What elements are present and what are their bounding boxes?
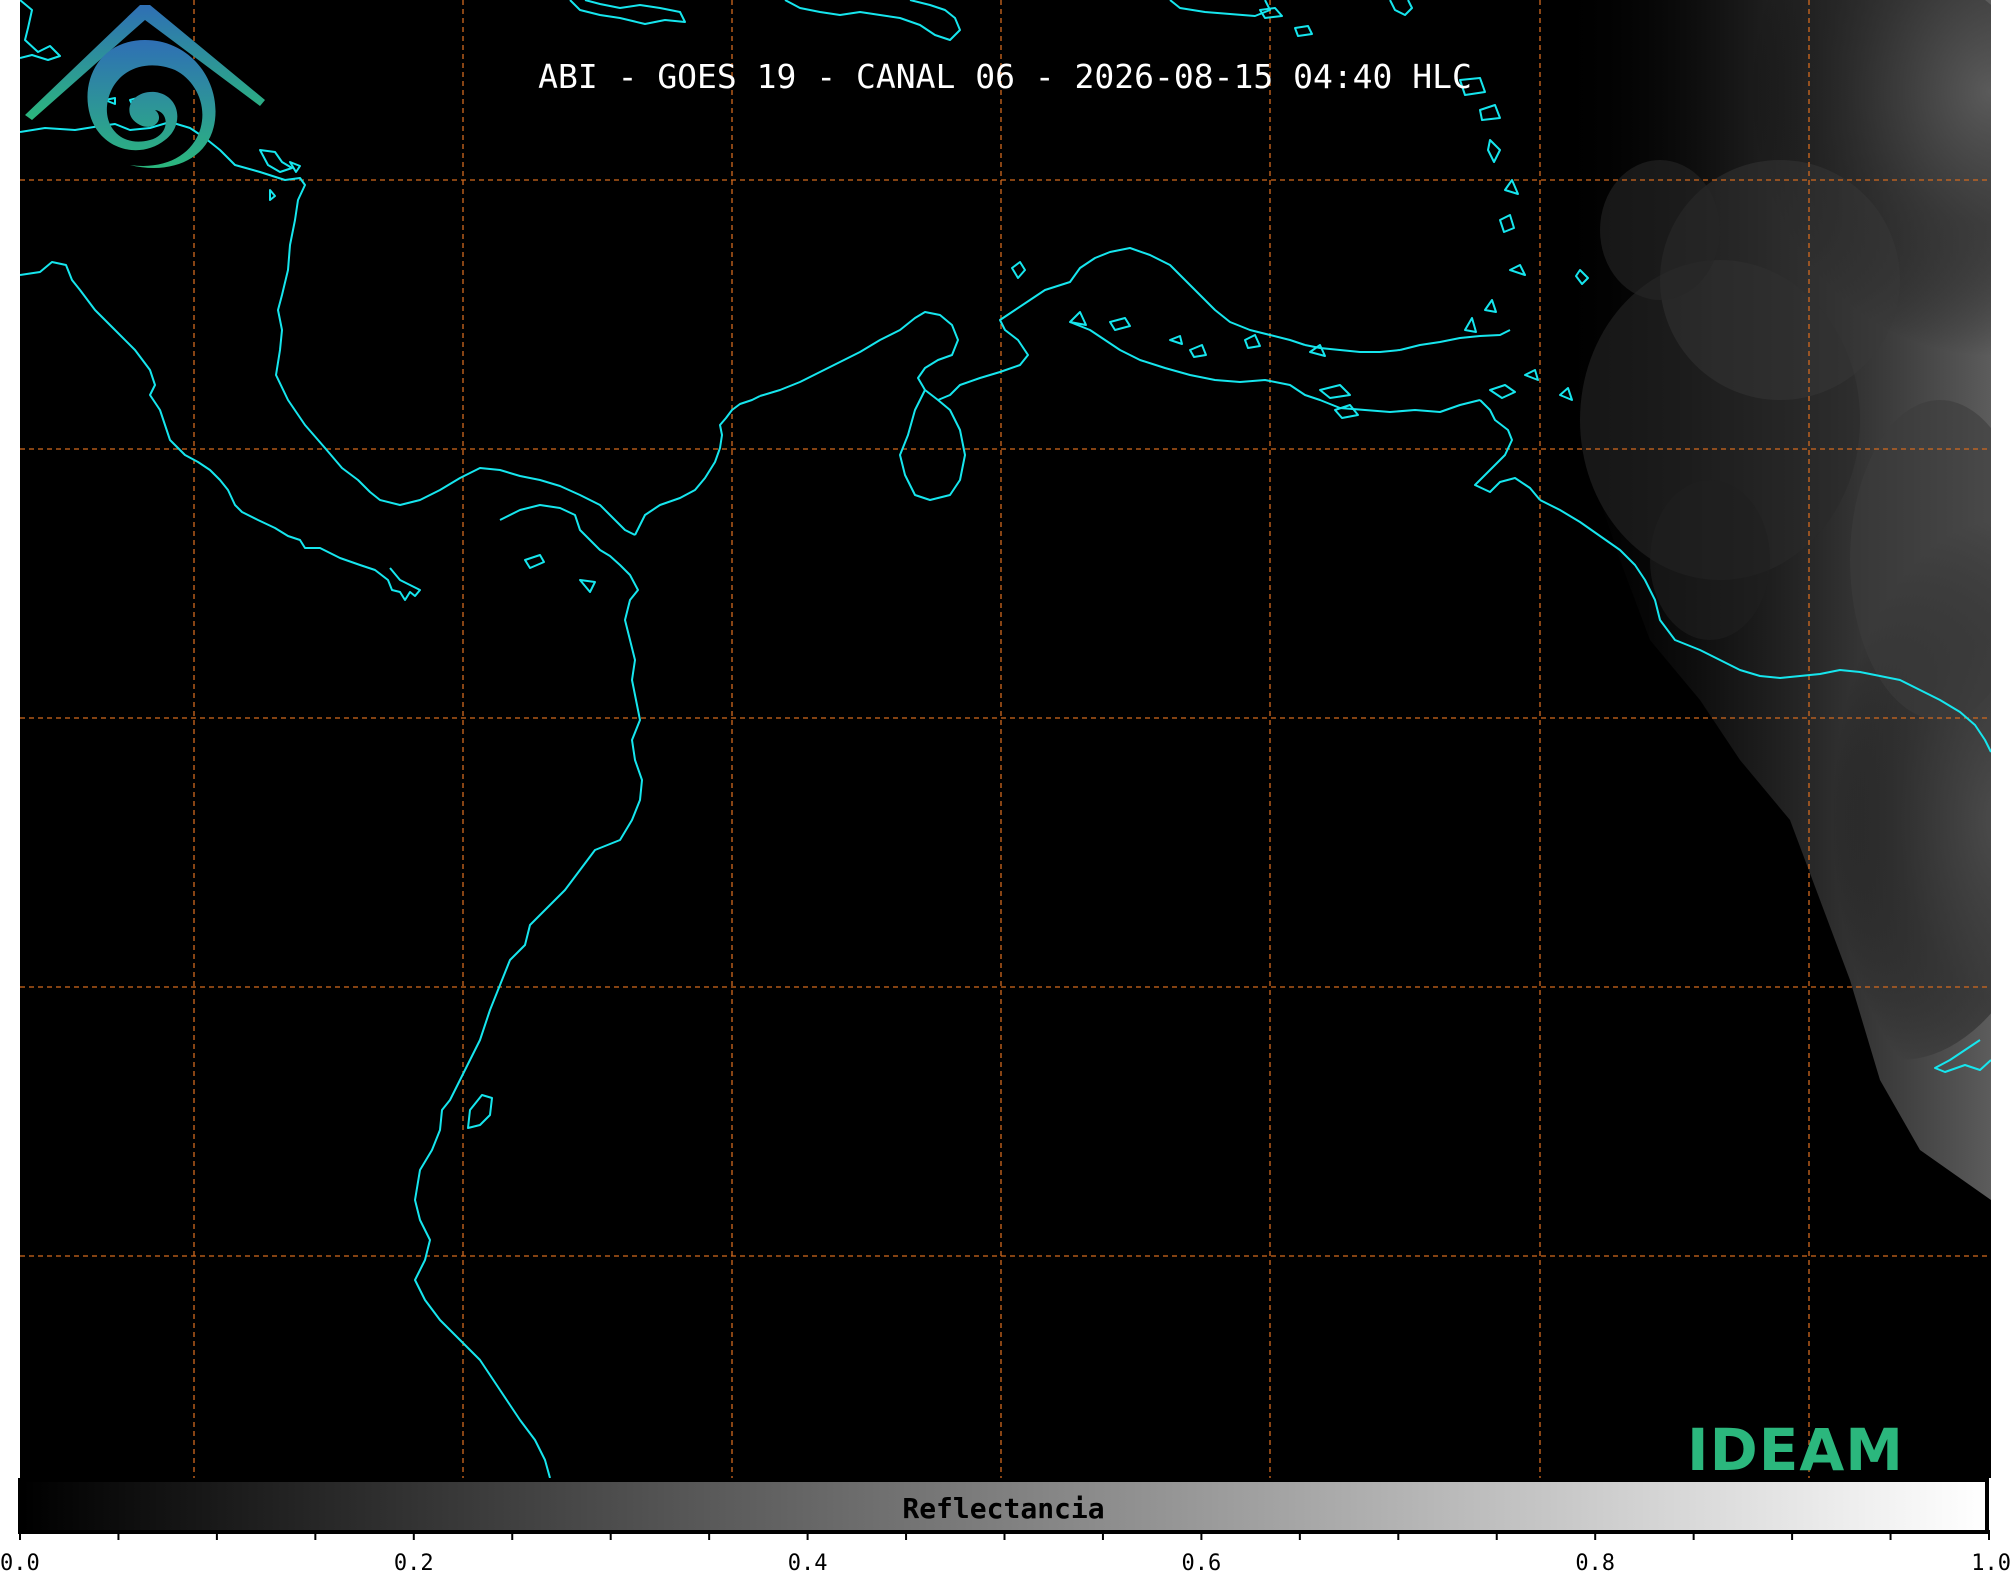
- colorbar-tick-label: 0.2: [394, 1551, 434, 1576]
- satellite-map: ABI - GOES 19 - CANAL 06 - 2026-08-15 04…: [20, 0, 1991, 1478]
- colorbar-tick-label: 0.6: [1182, 1551, 1222, 1576]
- colorbar-tick-label: 0.4: [788, 1551, 828, 1576]
- colorbar: Reflectancia: [18, 1478, 1989, 1534]
- colorbar-tick-label: 1.0: [1971, 1551, 2011, 1576]
- colorbar-tick-label: 0.0: [0, 1551, 40, 1576]
- logo-swirl-icon: [87, 40, 216, 168]
- colorbar-axis: 0.0 0.2 0.4 0.6 0.8 1.0: [0, 1530, 2011, 1576]
- map-title: ABI - GOES 19 - CANAL 06 - 2026-08-15 04…: [538, 57, 1472, 96]
- map-canvas: ABI - GOES 19 - CANAL 06 - 2026-08-15 04…: [20, 0, 1991, 1478]
- ideam-logo: [25, 5, 265, 168]
- logo-text: IDEAM: [1687, 1416, 1904, 1478]
- colorbar-tick-label: 0.8: [1575, 1551, 1615, 1576]
- colorbar-label: Reflectancia: [902, 1492, 1105, 1525]
